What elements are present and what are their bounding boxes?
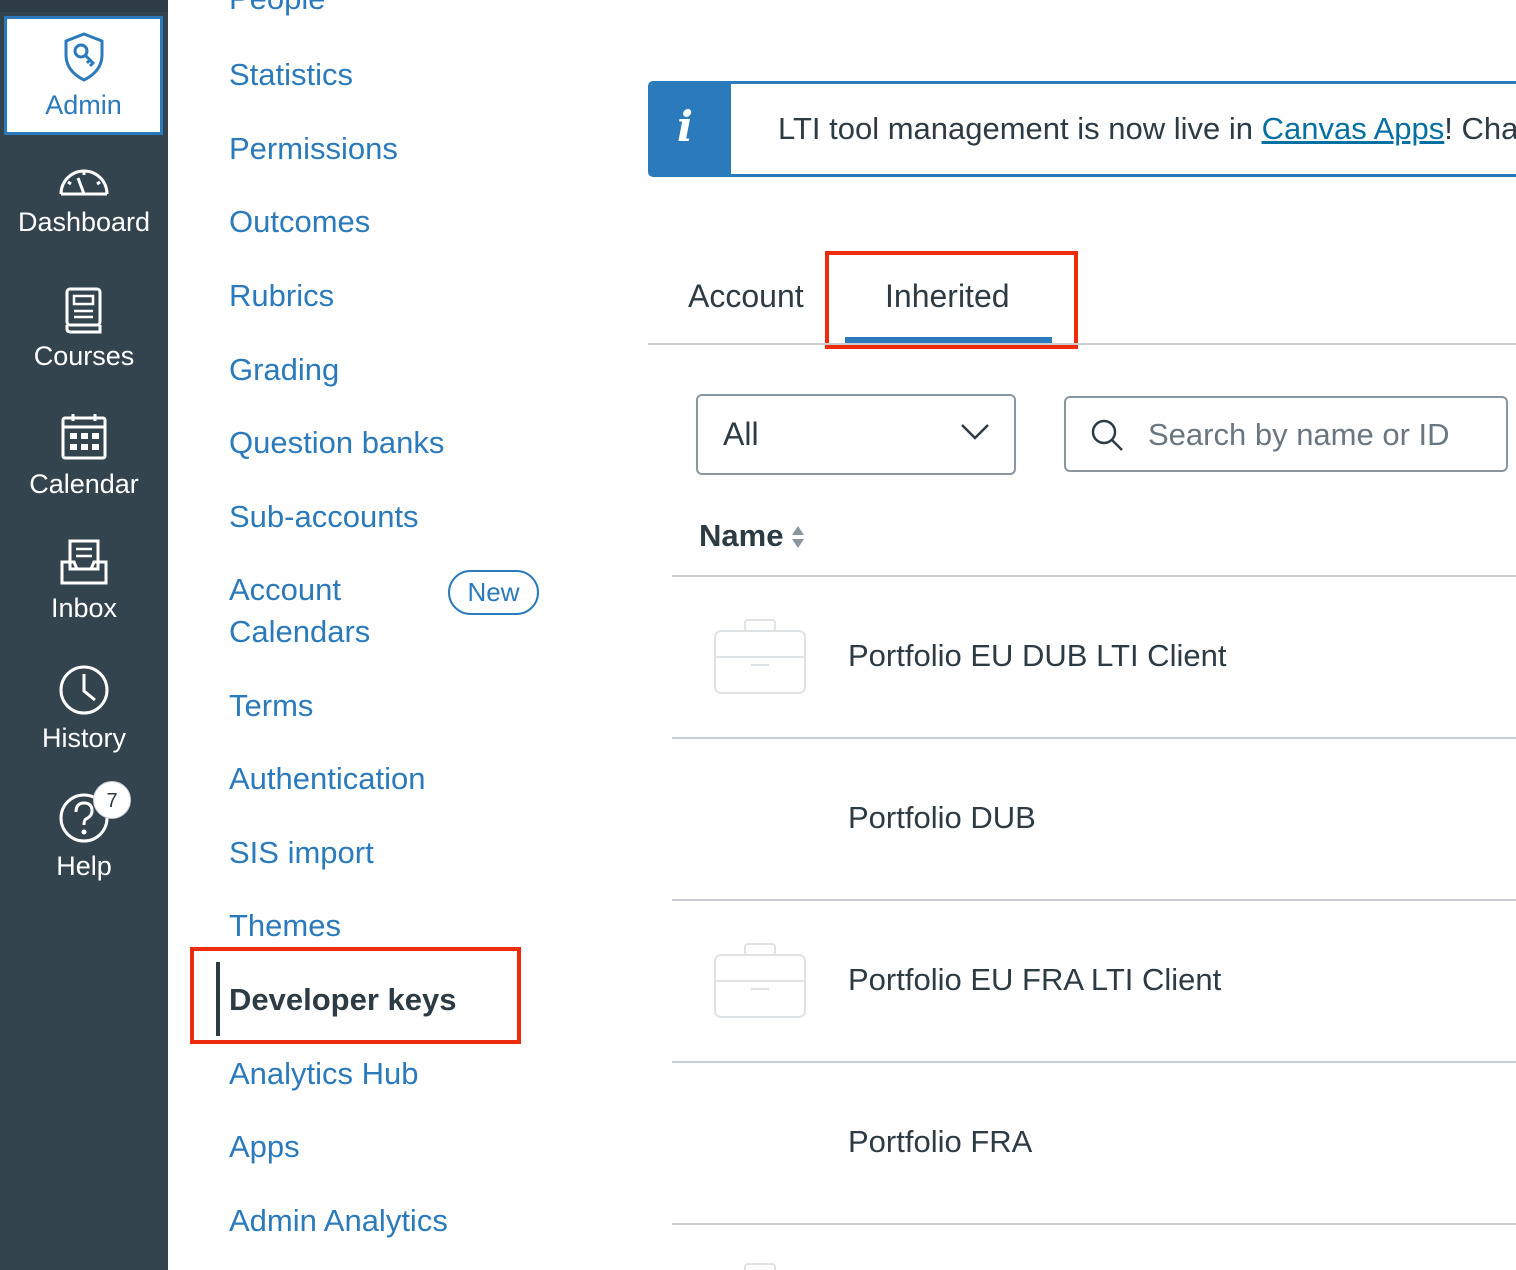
global-nav-history[interactable]: History xyxy=(0,664,168,754)
nav-link-sis-import[interactable]: SIS import xyxy=(229,832,374,874)
info-icon-box: i xyxy=(651,84,731,174)
table-row-name: Portfolio EU FRA LTI Client xyxy=(848,962,1222,997)
clock-icon xyxy=(59,665,109,715)
nav-link-account-calendars-line2[interactable]: Calendars xyxy=(229,611,370,653)
search-icon xyxy=(1091,419,1123,451)
alert-suffix: ! Cha xyxy=(1444,111,1516,146)
account-navigation: People Statistics Permissions Outcomes R… xyxy=(168,0,598,1270)
nav-link-question-banks[interactable]: Question banks xyxy=(229,422,444,464)
table-header-divider xyxy=(672,575,1516,577)
chevron-down-icon xyxy=(961,424,989,440)
info-alert: i LTI tool management is now live in Can… xyxy=(648,81,1516,177)
filter-select-value: All xyxy=(723,416,759,452)
global-nav-admin[interactable]: Admin xyxy=(4,16,163,135)
tab-inherited[interactable]: Inherited xyxy=(885,278,1010,315)
nav-link-sub-accounts[interactable]: Sub-accounts xyxy=(229,496,419,538)
table-row-name: Portfolio DUB xyxy=(848,800,1036,835)
nav-link-account-calendars-line1[interactable]: Account xyxy=(229,569,341,611)
global-nav-calendar[interactable]: Calendar xyxy=(0,412,168,500)
alert-text: LTI tool management is now live in xyxy=(778,111,1262,146)
nav-link-themes[interactable]: Themes xyxy=(229,905,341,947)
global-nav-dashboard[interactable]: Dashboard xyxy=(0,160,168,238)
global-nav-dashboard-label: Dashboard xyxy=(17,207,151,237)
nav-link-terms[interactable]: Terms xyxy=(229,685,313,727)
table-row-divider xyxy=(672,1061,1516,1063)
inbox-icon xyxy=(60,539,108,585)
nav-link-analytics-hub[interactable]: Analytics Hub xyxy=(229,1053,419,1095)
search-field xyxy=(1064,396,1508,472)
global-nav-admin-label: Admin xyxy=(45,90,122,120)
page-title-fragment xyxy=(820,0,1140,8)
nav-link-people[interactable]: People xyxy=(229,0,326,20)
global-nav-inbox-label: Inbox xyxy=(50,593,118,623)
highlight-developer-keys xyxy=(190,947,521,1044)
nav-link-apps[interactable]: Apps xyxy=(229,1126,300,1168)
alert-message: LTI tool management is now live in Canva… xyxy=(778,111,1516,147)
canvas-apps-link[interactable]: Canvas Apps xyxy=(1262,111,1445,146)
nav-link-rubrics[interactable]: Rubrics xyxy=(229,275,334,317)
column-header-name[interactable]: Name xyxy=(699,518,783,554)
briefcase-icon xyxy=(714,619,806,694)
global-nav-inbox[interactable]: Inbox xyxy=(0,538,168,624)
nav-link-outcomes[interactable]: Outcomes xyxy=(229,201,370,243)
speedometer-icon xyxy=(59,169,109,196)
tab-account[interactable]: Account xyxy=(688,278,804,315)
tabs-divider xyxy=(648,343,1516,345)
global-nav-courses[interactable]: Courses xyxy=(0,286,168,372)
search-input[interactable] xyxy=(1146,410,1490,460)
briefcase-icon xyxy=(714,943,806,1018)
filter-select[interactable]: All xyxy=(696,394,1016,475)
global-nav-help-label: Help xyxy=(56,851,112,881)
table-row-divider xyxy=(672,737,1516,739)
table-row-name: Portfolio EU DUB LTI Client xyxy=(848,638,1227,673)
global-navigation: Admin Dashboard Courses Calendar Inbox H… xyxy=(0,0,168,1270)
help-notification-badge: 7 xyxy=(93,781,131,819)
global-nav-help[interactable]: Help xyxy=(0,792,168,882)
table-row-divider xyxy=(672,1223,1516,1225)
nav-link-admin-analytics[interactable]: Admin Analytics xyxy=(229,1200,448,1242)
book-icon xyxy=(65,287,102,334)
new-badge: New xyxy=(448,570,539,615)
table-row-name: Portfolio FRA xyxy=(848,1124,1033,1159)
info-icon: i xyxy=(677,102,693,151)
calendar-icon xyxy=(61,414,107,460)
nav-link-statistics[interactable]: Statistics xyxy=(229,54,353,96)
global-nav-top-strip xyxy=(0,0,168,12)
nav-link-grading[interactable]: Grading xyxy=(229,349,339,391)
sort-icon[interactable] xyxy=(790,524,806,550)
global-nav-calendar-label: Calendar xyxy=(29,469,139,499)
global-nav-courses-label: Courses xyxy=(33,341,135,371)
global-nav-history-label: History xyxy=(41,723,126,753)
shield-key-icon xyxy=(64,32,103,82)
nav-link-authentication[interactable]: Authentication xyxy=(229,758,425,800)
nav-link-permissions[interactable]: Permissions xyxy=(229,128,398,170)
table-row-divider xyxy=(672,899,1516,901)
briefcase-icon-partial xyxy=(744,1263,776,1270)
